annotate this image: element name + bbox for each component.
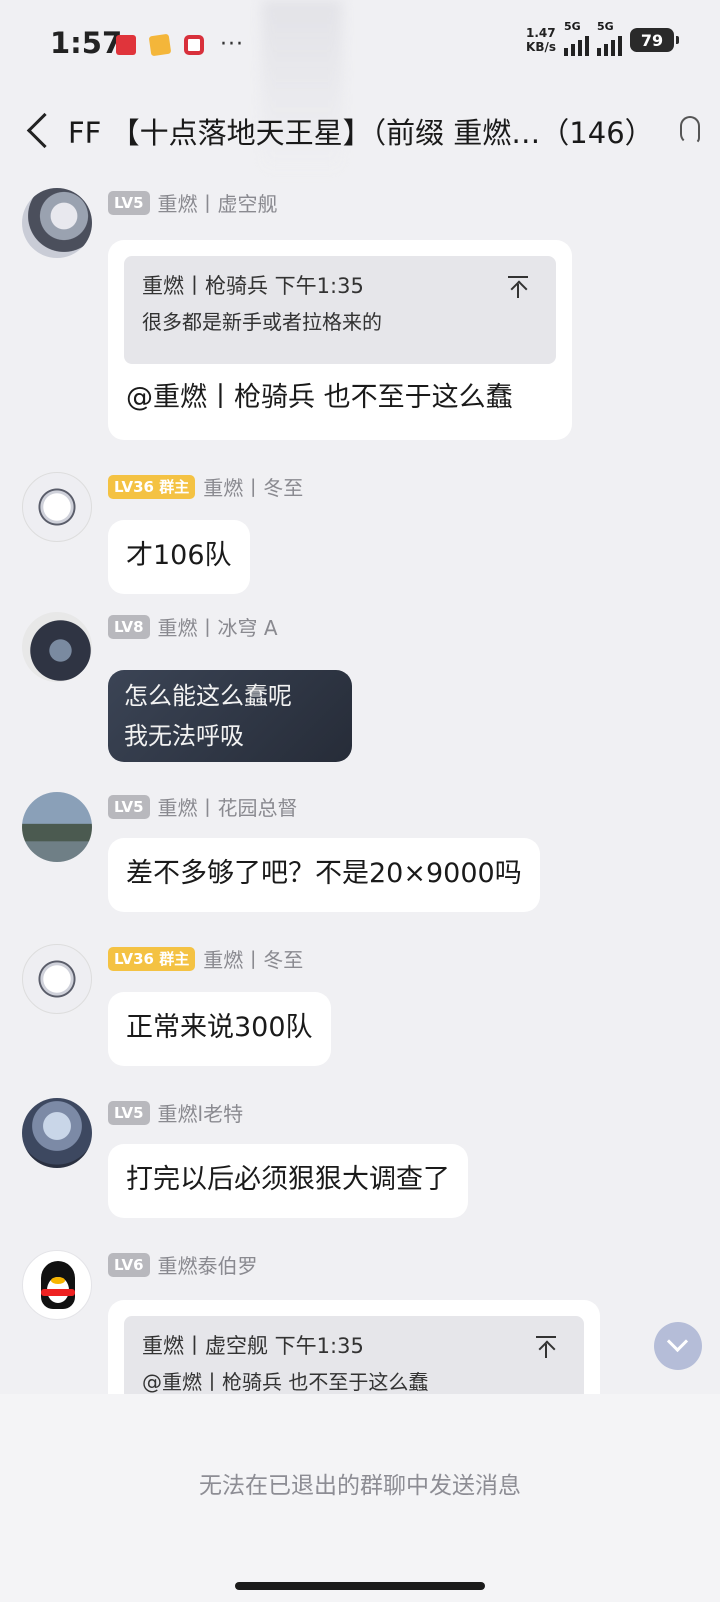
message-line: 我无法呼吸 xyxy=(124,722,244,750)
message-text: @重燃丨枪骑兵 也不至于这么蠢 xyxy=(126,382,513,413)
network-speed: 1.47 KB/s xyxy=(526,26,556,54)
jump-to-quote-icon[interactable] xyxy=(508,276,528,298)
message-item: LV5 重燃l老特 打完以后必须狠狠大调查了 xyxy=(0,1098,720,1218)
sender-name[interactable]: 重燃l老特 xyxy=(158,1098,244,1127)
notification-icons: ··· xyxy=(116,32,244,57)
chat-header: FF 【十点落地天王星】（前缀 重燃…（146） xyxy=(0,96,720,166)
exited-group-notice: 无法在已退出的群聊中发送消息 xyxy=(199,1473,521,1499)
sender-meta: LV36 群主 重燃丨冬至 xyxy=(108,472,303,501)
message-bubble[interactable]: 差不多够了吧？不是20×9000吗 xyxy=(108,838,540,912)
system-indicators: 1.47 KB/s 5G 5G 79 xyxy=(526,20,679,56)
message-bubble[interactable]: 重燃丨虚空舰 下午1:35 @重燃丨枪骑兵 也不至于这么蠢 xyxy=(108,1300,600,1394)
sender-meta: LV5 重燃丨花园总督 xyxy=(108,792,298,821)
jump-to-quote-icon[interactable] xyxy=(536,1336,556,1358)
message-item: LV36 群主 重燃丨冬至 才106队 xyxy=(0,472,720,594)
status-bar: 1:57 ··· 1.47 KB/s 5G 5G 79 xyxy=(0,0,720,88)
avatar[interactable] xyxy=(22,1098,92,1168)
sender-name[interactable]: 重燃丨虚空舰 xyxy=(158,188,278,217)
status-time: 1:57 xyxy=(50,26,123,60)
sender-meta: LV6 重燃泰伯罗 xyxy=(108,1250,258,1279)
level-badge: LV5 xyxy=(108,190,150,215)
message-item: LV5 重燃丨花园总督 差不多够了吧？不是20×9000吗 xyxy=(0,792,720,912)
quote-header: 重燃丨虚空舰 下午1:35 xyxy=(142,1334,364,1358)
signal-icon-2: 5G xyxy=(597,20,622,56)
message-item: LV5 重燃丨虚空舰 重燃丨枪骑兵 下午1:35 很多都是新手或者拉格来的 @重… xyxy=(0,188,720,448)
message-item: LV6 重燃泰伯罗 重燃丨虚空舰 下午1:35 @重燃丨枪骑兵 也不至于这么蠢 xyxy=(0,1250,720,1394)
folder-notification-icon xyxy=(148,33,172,56)
level-badge: LV6 xyxy=(108,1252,150,1277)
battery-icon: 79 xyxy=(630,28,679,52)
input-disabled-panel: 无法在已退出的群聊中发送消息 xyxy=(0,1394,720,1602)
app-notification-icon xyxy=(116,34,136,55)
signal-icon: 5G xyxy=(564,20,589,56)
back-button[interactable] xyxy=(24,110,54,150)
target-notification-icon xyxy=(184,34,204,55)
sender-meta: LV8 重燃丨冰穹 A xyxy=(108,612,278,641)
owner-level-badge: LV36 群主 xyxy=(108,946,196,971)
message-line: 怎么能这么蠢呢 xyxy=(124,682,292,710)
scroll-down-button[interactable] xyxy=(654,1322,702,1370)
message-bubble[interactable]: 重燃丨枪骑兵 下午1:35 很多都是新手或者拉格来的 @重燃丨枪骑兵 也不至于这… xyxy=(108,240,572,440)
chat-title[interactable]: FF 【十点落地天王星】（前缀 重燃…（146） xyxy=(68,110,654,152)
home-indicator[interactable] xyxy=(235,1582,485,1590)
sender-meta: LV5 重燃丨虚空舰 xyxy=(108,188,278,217)
message-bubble[interactable]: 打完以后必须狠狠大调查了 xyxy=(108,1144,468,1218)
message-item: LV36 群主 重燃丨冬至 正常来说300队 xyxy=(0,944,720,1066)
owner-level-badge: LV36 群主 xyxy=(108,474,196,499)
qq-penguin-avatar[interactable] xyxy=(22,1250,92,1320)
message-bubble[interactable]: 正常来说300队 xyxy=(108,992,331,1066)
sender-meta: LV36 群主 重燃丨冬至 xyxy=(108,944,303,973)
quote-text: 很多都是新手或者拉格来的 xyxy=(142,310,382,334)
level-badge: LV5 xyxy=(108,794,150,819)
avatar[interactable] xyxy=(22,188,92,258)
quote-header: 重燃丨枪骑兵 下午1:35 xyxy=(142,274,364,298)
quoted-message[interactable]: 重燃丨枪骑兵 下午1:35 很多都是新手或者拉格来的 xyxy=(124,256,556,364)
sender-name[interactable]: 重燃泰伯罗 xyxy=(158,1250,258,1279)
sender-name[interactable]: 重燃丨冬至 xyxy=(203,472,303,501)
quote-text: @重燃丨枪骑兵 也不至于这么蠢 xyxy=(142,1370,429,1394)
level-badge: LV5 xyxy=(108,1100,150,1125)
message-bubble-themed[interactable]: 怎么能这么蠢呢 我无法呼吸 xyxy=(108,670,352,762)
message-item: LV8 重燃丨冰穹 A 怎么能这么蠢呢 我无法呼吸 xyxy=(0,612,720,762)
quoted-message[interactable]: 重燃丨虚空舰 下午1:35 @重燃丨枪骑兵 也不至于这么蠢 xyxy=(124,1316,584,1394)
avatar[interactable] xyxy=(22,472,92,542)
more-notifications-icon: ··· xyxy=(220,32,244,57)
level-badge: LV8 xyxy=(108,614,150,639)
sender-name[interactable]: 重燃丨冰穹 A xyxy=(158,612,278,641)
message-bubble[interactable]: 才106队 xyxy=(108,520,250,594)
avatar[interactable] xyxy=(22,792,92,862)
sender-name[interactable]: 重燃丨冬至 xyxy=(203,944,303,973)
avatar[interactable] xyxy=(22,944,92,1014)
ear-icon[interactable] xyxy=(678,114,702,146)
sender-meta: LV5 重燃l老特 xyxy=(108,1098,243,1127)
avatar[interactable] xyxy=(22,612,92,682)
sender-name[interactable]: 重燃丨花园总督 xyxy=(158,792,298,821)
